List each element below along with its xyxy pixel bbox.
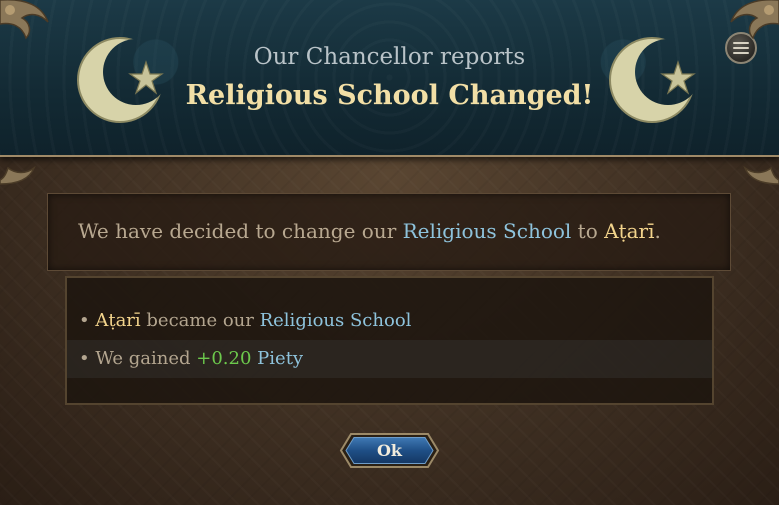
description-text: We have decided to change our Religious … [78, 219, 661, 243]
dialog-title: Religious School Changed! [185, 80, 594, 111]
ok-button-label: Ok [376, 441, 403, 460]
school-name-link[interactable]: Aṭarī [95, 310, 140, 331]
religious-school-link[interactable]: Religious School [260, 310, 412, 331]
religious-school-link[interactable]: Religious School [403, 219, 572, 243]
hamburger-menu-icon[interactable] [725, 32, 757, 64]
list-item: • We gained +0.20 Piety [67, 340, 712, 378]
dialog-subtitle: Our Chancellor reports [253, 44, 526, 70]
school-name-link[interactable]: Aṭarī [604, 219, 654, 243]
event-dialog: Our Chancellor reports Religious School … [0, 0, 779, 505]
dialog-header: Our Chancellor reports Religious School … [0, 0, 779, 157]
effects-list: • Aṭarī became our Religious School • We… [65, 276, 714, 405]
piety-link[interactable]: Piety [257, 348, 303, 369]
piety-value: +0.20 [196, 348, 252, 369]
list-item: • Aṭarī became our Religious School [79, 310, 412, 331]
description-box: We have decided to change our Religious … [47, 193, 731, 271]
ok-button[interactable]: Ok [339, 432, 440, 469]
